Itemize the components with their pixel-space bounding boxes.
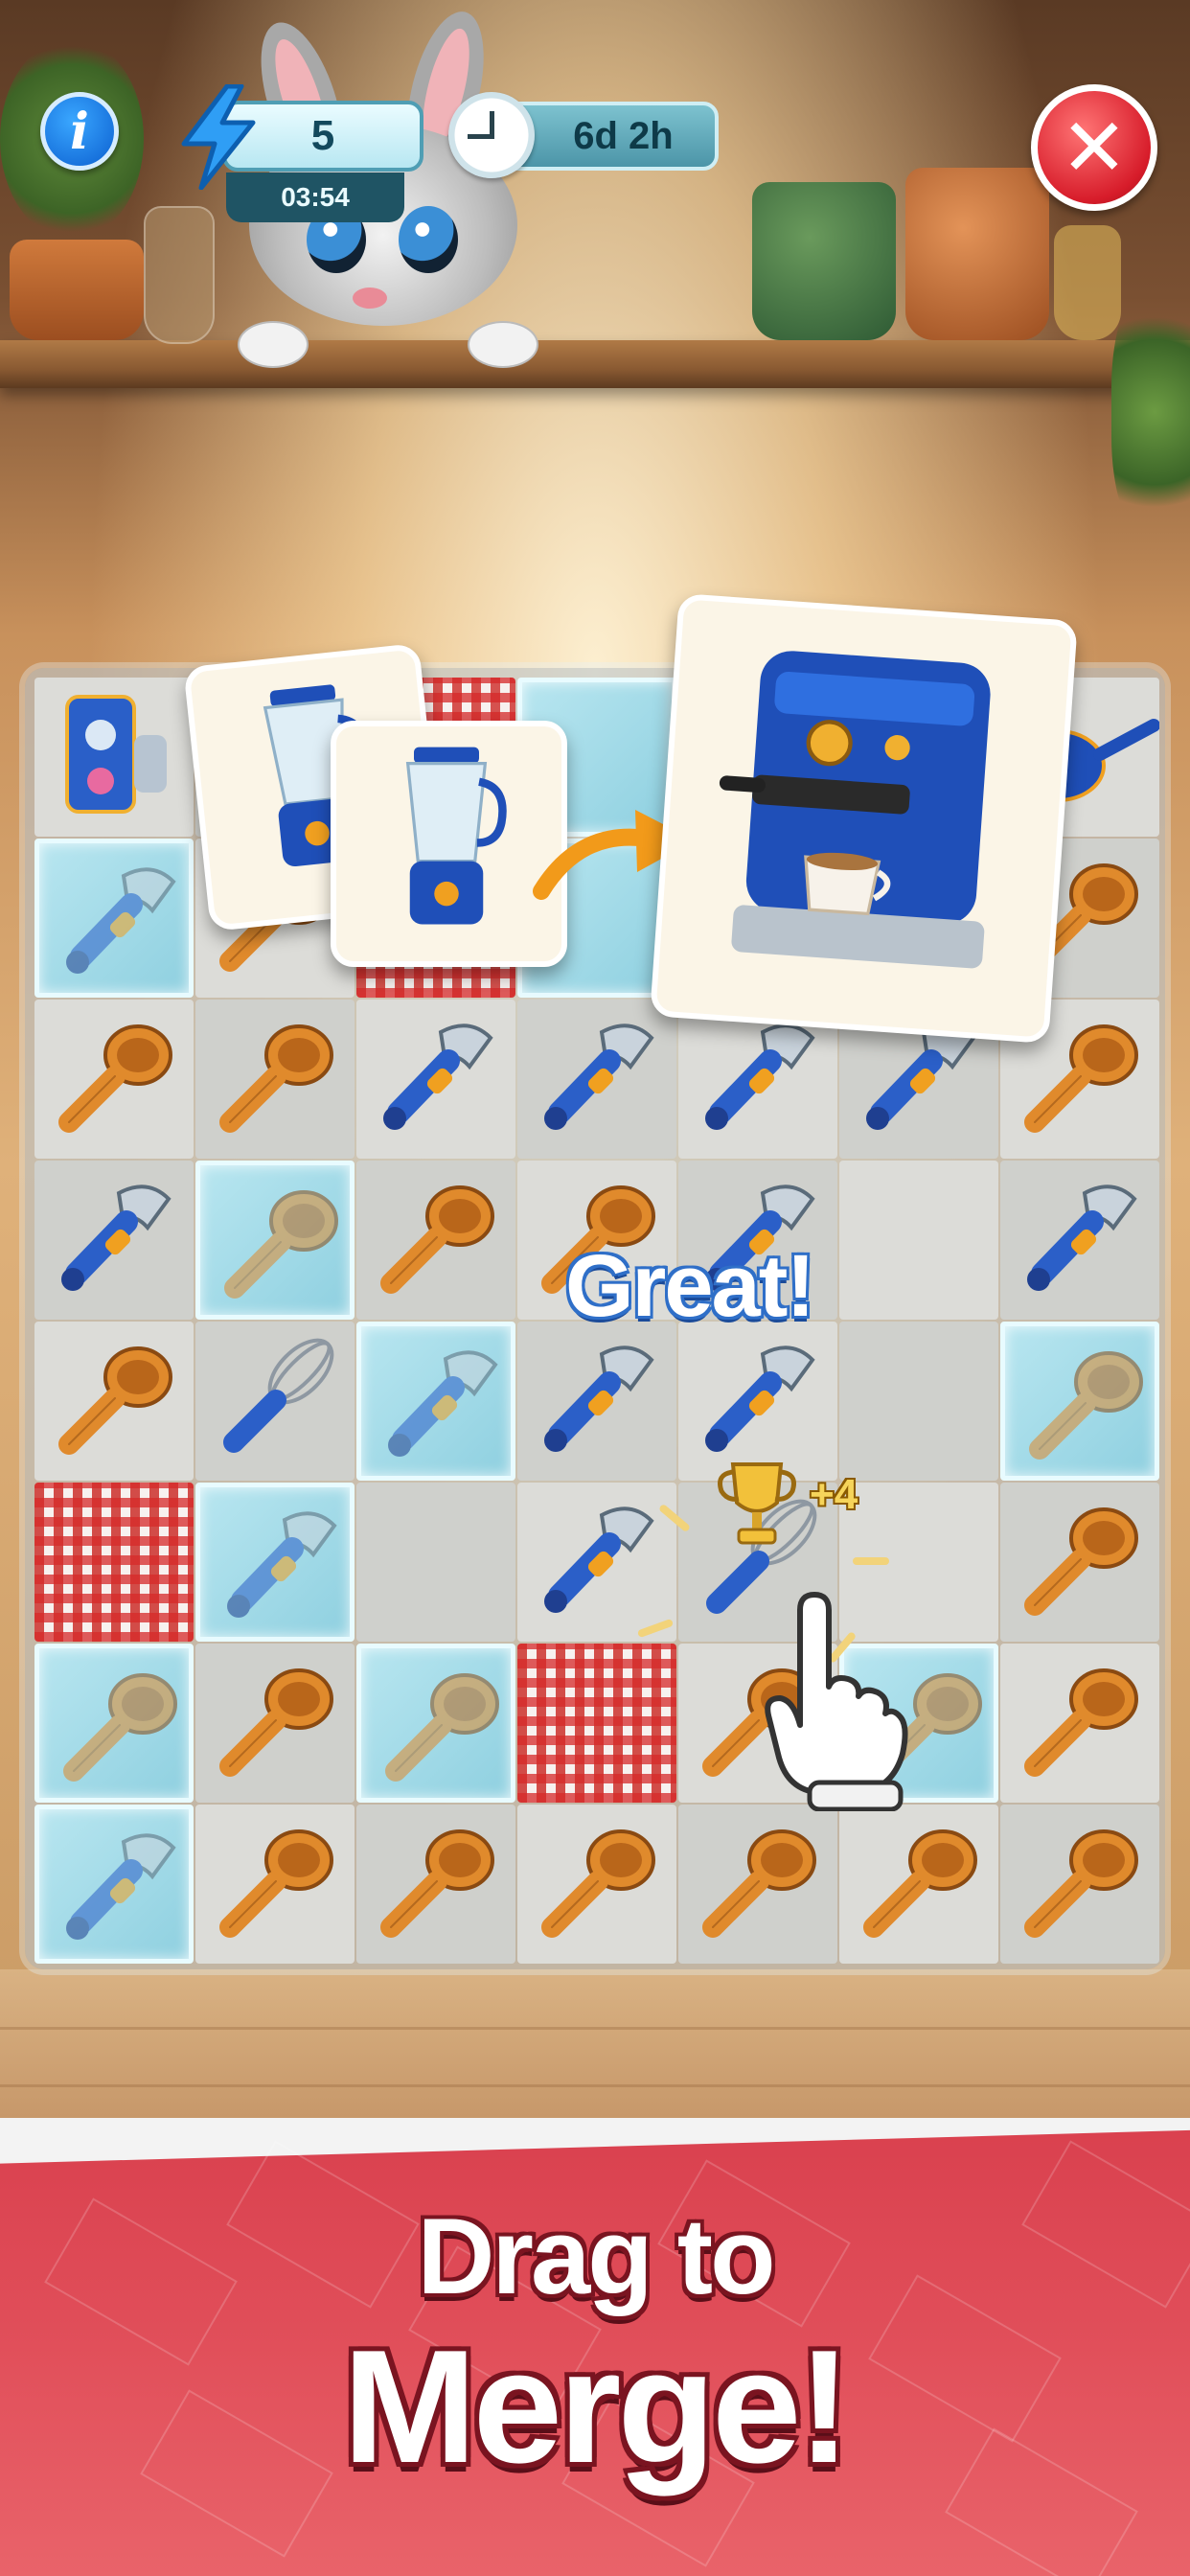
- board-cell[interactable]: [517, 1483, 676, 1642]
- locked-cell[interactable]: [34, 1644, 194, 1803]
- locked-cell[interactable]: [195, 1483, 355, 1642]
- board-cell[interactable]: [195, 1805, 355, 1964]
- spoon-icon[interactable]: [356, 1805, 515, 1964]
- board-cell[interactable]: [195, 1322, 355, 1481]
- sparkle: [853, 1557, 889, 1565]
- peeler-icon[interactable]: [517, 1322, 676, 1481]
- board-cell[interactable]: [356, 1483, 515, 1642]
- clay-jar: [905, 168, 1049, 340]
- close-button[interactable]: ✕: [1031, 84, 1157, 211]
- spoon-icon[interactable]: [356, 1161, 515, 1320]
- spoon-icon[interactable]: [1005, 1326, 1164, 1485]
- plant-pot: [10, 240, 144, 340]
- board-cell[interactable]: [517, 1805, 676, 1964]
- peeler-icon[interactable]: [34, 1161, 194, 1320]
- board-cell[interactable]: [356, 1161, 515, 1320]
- spice-jar: [1054, 225, 1121, 340]
- peeler-icon[interactable]: [356, 1000, 515, 1159]
- cloth-tile[interactable]: [517, 1644, 676, 1803]
- spoon-icon[interactable]: [361, 1648, 520, 1807]
- peeler-icon[interactable]: [200, 1487, 359, 1646]
- cloth-tile[interactable]: [34, 1483, 194, 1642]
- coffee-maker-set-icon[interactable]: [34, 678, 194, 837]
- bunny-paw: [238, 321, 309, 368]
- clock-icon: [448, 92, 535, 178]
- locked-cell[interactable]: [1000, 1322, 1159, 1481]
- info-icon: i: [70, 102, 89, 161]
- board-cell[interactable]: [356, 1000, 515, 1159]
- board-cell[interactable]: [678, 1805, 837, 1964]
- wooden-shelf: [0, 340, 1190, 388]
- coffee-machine-card: [650, 592, 1078, 1045]
- spoon-icon[interactable]: [1000, 1805, 1159, 1964]
- board-cell[interactable]: [1000, 1805, 1159, 1964]
- spoon-icon[interactable]: [195, 1000, 355, 1159]
- board-cell[interactable]: [34, 678, 194, 837]
- spoon-icon[interactable]: [517, 1805, 676, 1964]
- peeler-icon[interactable]: [1000, 1161, 1159, 1320]
- locked-cell[interactable]: [34, 839, 194, 998]
- board-cell[interactable]: [34, 1322, 194, 1481]
- hanging-plant: [1111, 288, 1190, 537]
- peeler-icon[interactable]: [517, 1000, 676, 1159]
- spoon-icon[interactable]: [34, 1322, 194, 1481]
- bunny-paw: [468, 321, 538, 368]
- peeler-icon[interactable]: [517, 1483, 676, 1642]
- board-cell[interactable]: [1000, 1161, 1159, 1320]
- green-jar: [752, 182, 896, 340]
- board-cell[interactable]: [34, 1000, 194, 1159]
- spoon-icon[interactable]: [1000, 1483, 1159, 1642]
- peeler-icon[interactable]: [361, 1326, 520, 1485]
- trophy-icon: [718, 1462, 796, 1545]
- locked-cell[interactable]: [356, 1644, 515, 1803]
- spoon-icon[interactable]: [195, 1805, 355, 1964]
- board-cell[interactable]: [195, 1000, 355, 1159]
- board-cell[interactable]: [195, 1644, 355, 1803]
- board-cell[interactable]: [1000, 1483, 1159, 1642]
- board-cell[interactable]: [517, 1000, 676, 1159]
- peeler-icon[interactable]: [39, 843, 198, 1002]
- spoon-icon[interactable]: [200, 1165, 359, 1324]
- board-cell[interactable]: [356, 1805, 515, 1964]
- locked-cell[interactable]: [195, 1161, 355, 1320]
- energy-timer: 03:54: [226, 172, 404, 222]
- banner-title-line1: Drag to: [417, 2196, 776, 2316]
- board-cell[interactable]: [839, 1322, 998, 1481]
- spoon-icon[interactable]: [34, 1000, 194, 1159]
- energy-value: 5: [310, 112, 335, 159]
- board-cell[interactable]: [517, 1322, 676, 1481]
- floor: [0, 1969, 1190, 2118]
- coffee-machine-icon: [719, 651, 991, 969]
- info-button[interactable]: i: [40, 92, 119, 171]
- whisk-icon[interactable]: [195, 1322, 355, 1481]
- spoon-icon[interactable]: [195, 1644, 355, 1803]
- energy-timer-text: 03:54: [281, 182, 350, 212]
- locked-cell[interactable]: [34, 1805, 194, 1964]
- peeler-icon[interactable]: [39, 1809, 198, 1968]
- close-icon: ✕: [1060, 101, 1129, 195]
- blender-icon: [405, 747, 507, 925]
- board-cell[interactable]: [1000, 1644, 1159, 1803]
- glass-jar: [144, 206, 215, 344]
- spoon-icon[interactable]: [839, 1805, 998, 1964]
- great-feedback-text: Great!: [565, 1237, 815, 1335]
- spoon-icon[interactable]: [678, 1805, 837, 1964]
- spoon-icon[interactable]: [1000, 1644, 1159, 1803]
- board-cell[interactable]: [34, 1161, 194, 1320]
- board-cell[interactable]: [839, 1805, 998, 1964]
- bunny-eye: [399, 206, 458, 273]
- banner-title-line2: Merge!: [342, 2316, 852, 2496]
- pointing-hand-icon: [765, 1592, 908, 1811]
- event-time-text: 6d 2h: [573, 114, 674, 157]
- spoon-icon[interactable]: [39, 1648, 198, 1807]
- bunny-nose: [353, 288, 387, 309]
- bonus-points: +4: [810, 1471, 858, 1518]
- locked-cell[interactable]: [356, 1322, 515, 1481]
